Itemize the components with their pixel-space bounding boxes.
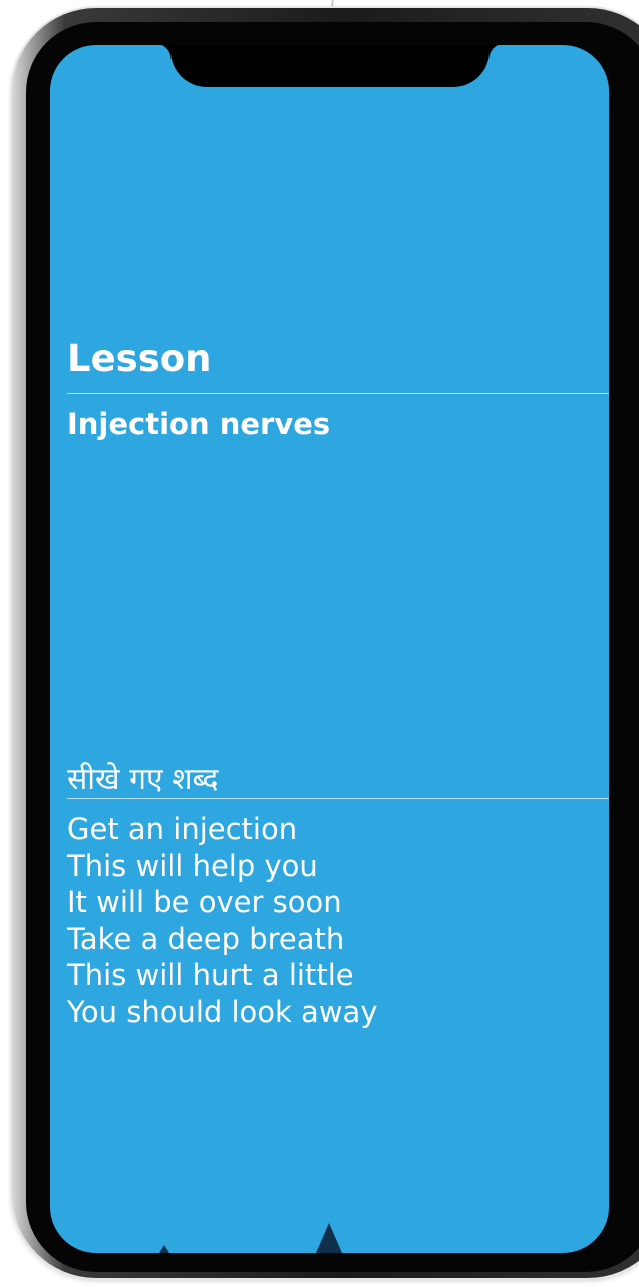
learned-words-heading: सीखे गए शब्द [67,762,219,797]
learned-words-divider [67,798,609,799]
list-item: Get an injection [67,812,298,846]
list-item: This will help you [67,848,318,883]
lesson-heading: Lesson [67,337,212,380]
device-mockup: Lesson Injection nerves सीखे गए शब्द Get… [0,0,639,1287]
lesson-divider [67,393,609,394]
phone-notch [155,45,505,87]
list-item: Take a deep breath [67,921,345,956]
list-item: You should look away [67,994,378,1029]
mountain-peak-icon [159,1245,169,1253]
app-screen: Lesson Injection nerves सीखे गए शब्द Get… [50,45,609,1253]
mountain-peak-icon [316,1223,342,1253]
list-item: It will be over soon [67,885,342,920]
lesson-title: Injection nerves [67,407,331,441]
learned-words-list: Get an injection This will help you It w… [67,811,377,1031]
list-item: This will hurt a little [67,958,354,993]
